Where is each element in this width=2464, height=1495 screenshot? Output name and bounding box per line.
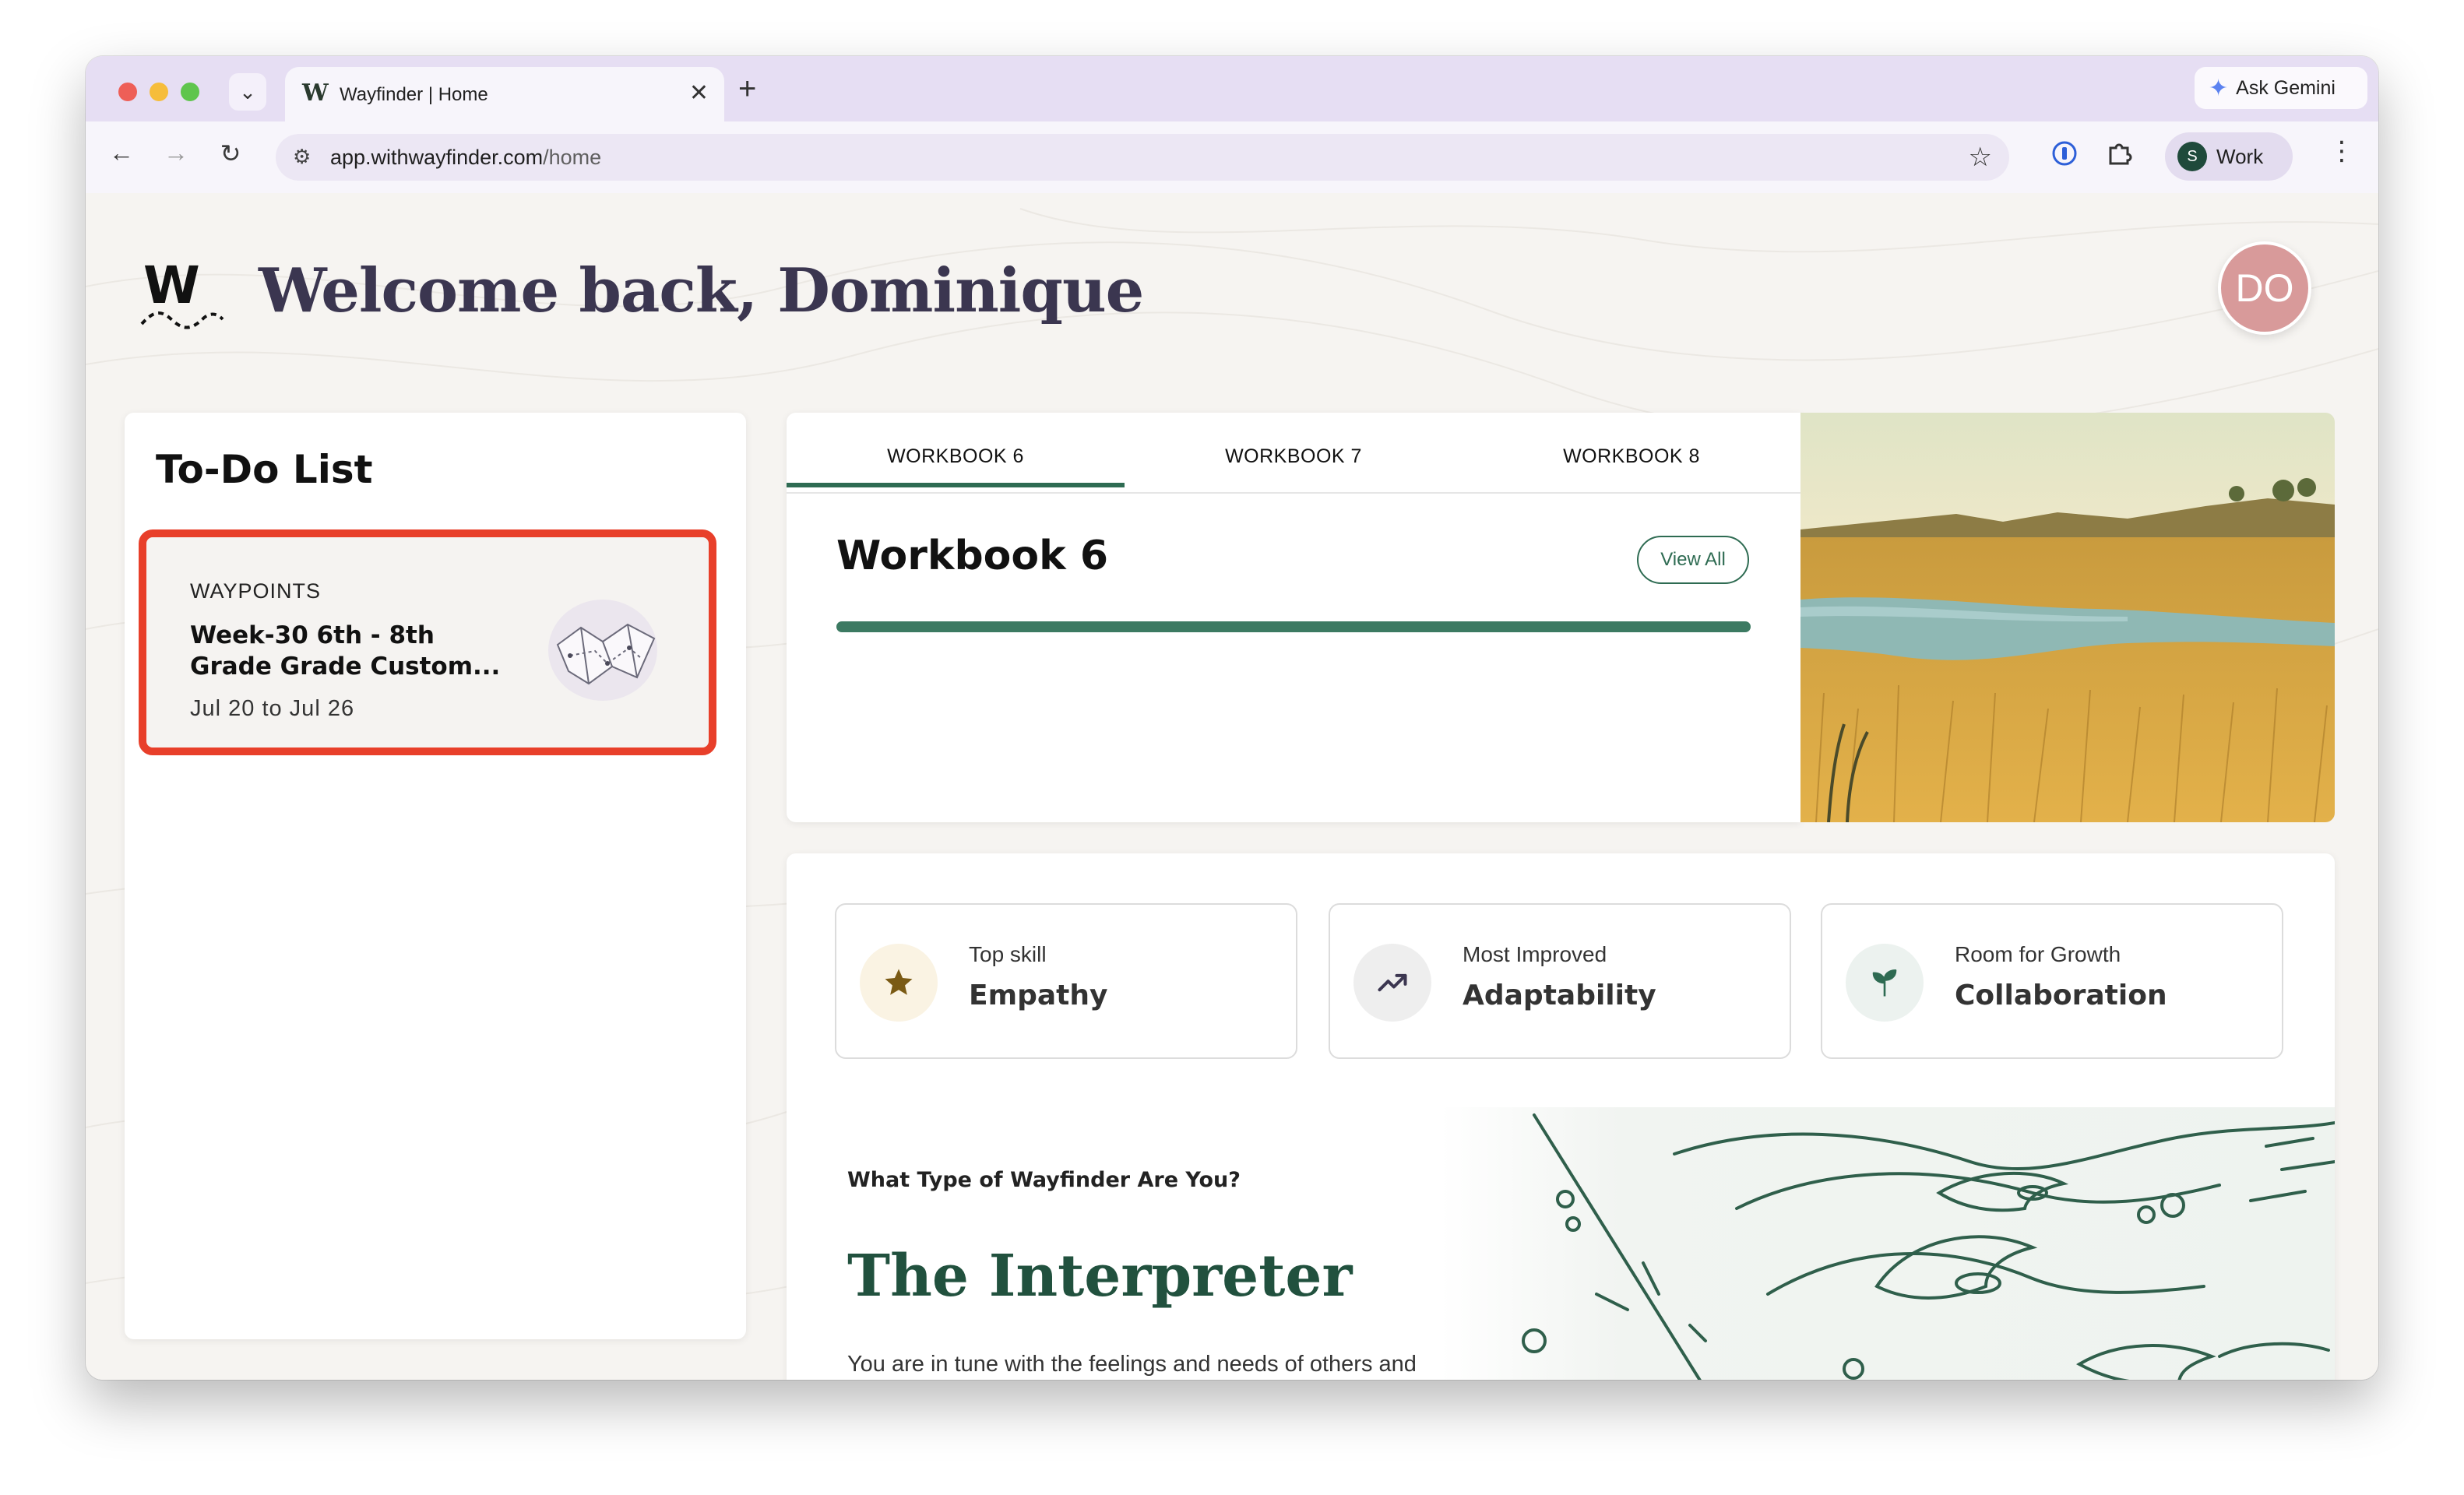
gemini-sparkle-icon: ✦ [2209,75,2229,101]
wayfinder-logo[interactable]: W [140,255,224,329]
marsh-landscape-illustration [1800,413,2335,822]
bookmark-star-icon[interactable]: ☆ [1969,142,1992,173]
wayfinder-favicon-icon: W [302,79,329,107]
profile-label: Work [2216,144,2264,168]
trending-up-icon [1378,973,1407,992]
password-manager-icon[interactable] [2051,140,2078,173]
todo-item-waypoint[interactable]: WAYPOINTS Week-30 6th - 8th Grade Grade … [139,529,716,755]
skill-card-room-for-growth[interactable]: Room for Growth Collaboration [1821,903,2283,1059]
site-settings-icon[interactable]: ⚙ [293,145,311,169]
tab-workbook-7[interactable]: WORKBOOK 7 [1125,445,1463,468]
url-domain: app.withwayfinder.com [330,146,544,169]
skill-icon-circle [1353,944,1431,1022]
skill-card-most-improved[interactable]: Most Improved Adaptability [1329,903,1791,1059]
ask-gemini-button[interactable]: ✦ Ask Gemini [2195,67,2367,109]
minimize-window-button[interactable] [150,83,168,101]
user-avatar[interactable]: DO [2218,241,2311,335]
map-icon [548,600,657,701]
url-path: /home [543,146,602,169]
browser-window: ⌄ W Wayfinder | Home ✕ + ✦ Ask Gemini ← … [86,56,2378,1380]
url-text: app.withwayfinder.com/home [330,146,601,170]
tab-bar: ⌄ W Wayfinder | Home ✕ + ✦ Ask Gemini [86,56,2378,121]
sprout-icon [1872,969,1897,997]
browser-toolbar: ← → ↻ ⚙ app.withwayfinder.com/home ☆ S W… [86,121,2378,195]
skill-card-top-skill[interactable]: Top skill Empathy [835,903,1297,1059]
reload-icon[interactable]: ↻ [213,139,248,168]
back-arrow-icon[interactable]: ← [104,139,139,167]
tab-search-button[interactable]: ⌄ [229,73,266,111]
todo-list-card: To-Do List WAYPOINTS Week-30 6th - 8th G… [125,413,746,1339]
tab-workbook-6[interactable]: WORKBOOK 6 [787,445,1125,468]
logo-letter: W [143,255,200,315]
wayfinder-type-description: You are in tune with the feelings and ne… [847,1352,1417,1377]
todo-list-title: To-Do List [156,447,373,492]
todo-item-title: Week-30 6th - 8th Grade Grade Custom... [190,621,501,681]
todo-item-category: WAYPOINTS [190,579,322,603]
skill-label: Most Improved [1463,942,1607,966]
skill-value: Adaptability [1463,980,1656,1011]
skill-value: Collaboration [1955,980,2167,1011]
browser-tab[interactable]: W Wayfinder | Home ✕ [285,67,724,121]
extensions-puzzle-icon[interactable] [2106,140,2132,173]
todo-item-dates: Jul 20 to Jul 26 [190,696,355,721]
wayfinder-type-title: The Interpreter [847,1243,1353,1310]
view-all-button[interactable]: View All [1637,536,1749,584]
forward-arrow-icon[interactable]: → [159,139,193,167]
wayfinder-type-question: What Type of Wayfinder Are You? [847,1168,1241,1192]
chevron-down-icon: ⌄ [239,79,256,104]
ask-gemini-label: Ask Gemini [2236,76,2336,99]
close-window-button[interactable] [118,83,137,101]
profile-button[interactable]: S Work [2165,132,2293,181]
skill-label: Top skill [969,942,1047,966]
close-tab-icon[interactable]: ✕ [689,79,709,107]
skill-value: Empathy [969,980,1108,1011]
logo-wave-icon [140,311,224,329]
active-tab-indicator [787,483,1125,487]
tab-divider [787,492,1800,494]
profile-avatar: S [2177,142,2207,171]
star-icon [885,969,913,995]
workbook-heading: Workbook 6 [836,533,1108,579]
address-bar[interactable]: ⚙ app.withwayfinder.com/home ☆ [276,134,2009,181]
workbook-progress-fill [836,621,1751,632]
tab-workbook-8[interactable]: WORKBOOK 8 [1463,445,1800,468]
skill-icon-circle [860,944,938,1022]
new-tab-button[interactable]: + [738,72,756,107]
page-content: W Welcome back, Dominique DO To-Do List … [86,193,2378,1380]
skill-icon-circle [1846,944,1924,1022]
skill-label: Room for Growth [1955,942,2121,966]
skills-card: Top skill Empathy Most Improved Adaptabi… [787,853,2335,1380]
maximize-window-button[interactable] [181,83,199,101]
browser-menu-icon[interactable]: ⋮ [2328,135,2355,167]
workbook-progress-bar [836,621,1751,632]
orca-illustration [1441,1107,2335,1380]
workbook-card: WORKBOOK 6 WORKBOOK 7 WORKBOOK 8 Workboo… [787,413,1800,822]
tab-title: Wayfinder | Home [340,84,488,105]
welcome-heading: Welcome back, Dominique [259,255,1144,326]
